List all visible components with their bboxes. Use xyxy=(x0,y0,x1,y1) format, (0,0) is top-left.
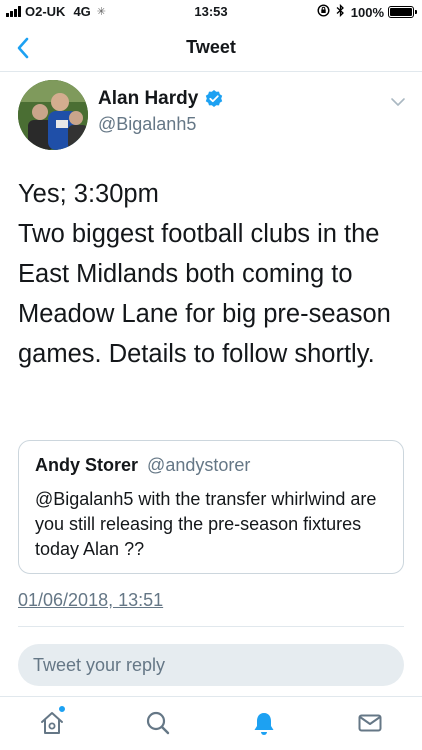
author-name-row: Alan Hardy xyxy=(98,88,224,110)
battery-percent: 100% xyxy=(350,4,384,20)
tab-bar xyxy=(0,696,422,750)
search-icon xyxy=(146,711,170,735)
quoted-author-handle: @andystorer xyxy=(147,455,251,475)
home-icon xyxy=(41,712,63,734)
author-handle[interactable]: @Bigalanh5 xyxy=(98,114,196,135)
quoted-tweet-header: Andy Storer @andystorer xyxy=(35,455,250,476)
avatar-photo xyxy=(18,80,88,150)
quoted-tweet[interactable]: Andy Storer @andystorer @Bigalanh5 with … xyxy=(18,440,404,574)
nav-bar: Tweet xyxy=(0,24,422,72)
page-title: Tweet xyxy=(186,37,236,57)
status-bar: O2-UK 4G ✳ 13:53 100% xyxy=(0,0,422,24)
divider xyxy=(18,626,404,627)
rotation-lock-icon xyxy=(317,4,330,20)
status-right: 100% xyxy=(317,3,417,20)
avatar[interactable] xyxy=(18,80,88,150)
bluetooth-icon xyxy=(336,3,345,20)
reply-placeholder: Tweet your reply xyxy=(33,654,166,675)
tweet-text: Yes; 3:30pm Two biggest football clubs i… xyxy=(18,180,391,368)
mail-icon xyxy=(358,714,382,732)
tab-messages[interactable] xyxy=(356,709,384,737)
verified-badge-icon xyxy=(206,90,223,107)
battery-icon xyxy=(388,6,417,18)
tweet-timestamp[interactable]: 01/06/2018, 13:51 xyxy=(18,590,163,611)
tab-search[interactable] xyxy=(144,709,172,737)
tab-home[interactable] xyxy=(38,705,66,737)
author-name[interactable]: Alan Hardy xyxy=(98,88,198,110)
chevron-down-icon[interactable] xyxy=(390,94,406,110)
quoted-author-name: Andy Storer xyxy=(35,455,139,475)
bell-icon xyxy=(254,713,274,735)
reply-input[interactable]: Tweet your reply xyxy=(18,644,404,686)
quoted-tweet-text: @Bigalanh5 with the transfer whirlwind a… xyxy=(35,489,377,559)
notification-dot xyxy=(58,705,66,713)
tab-notifications[interactable] xyxy=(250,709,278,737)
